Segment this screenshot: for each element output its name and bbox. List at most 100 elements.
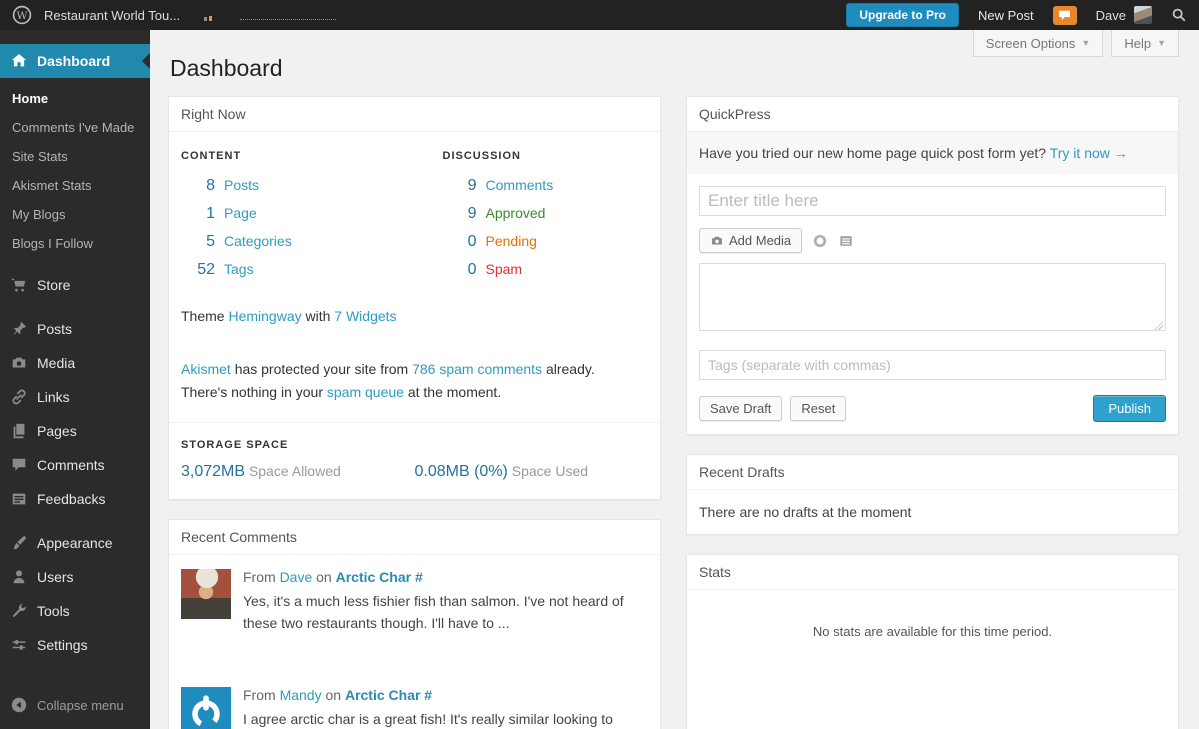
posts-count[interactable]: 8 <box>181 177 215 195</box>
sidebar-item-tools[interactable]: Tools <box>0 594 150 628</box>
sidebar-item-media[interactable]: Media <box>0 346 150 380</box>
sidebar-item-appearance[interactable]: Appearance <box>0 526 150 560</box>
spam-link[interactable]: Spam <box>486 261 523 277</box>
add-media-button[interactable]: Add Media <box>699 228 803 253</box>
categories-count[interactable]: 5 <box>181 233 215 251</box>
upgrade-to-pro-button[interactable]: Upgrade to Pro <box>846 3 959 27</box>
publish-button[interactable]: Publish <box>1093 395 1166 422</box>
akismet-text: already. <box>545 361 595 377</box>
comment-post-link[interactable]: Arctic Char # <box>345 687 432 703</box>
pages-count[interactable]: 1 <box>181 205 215 223</box>
account-menu[interactable]: Dave <box>1096 6 1152 24</box>
pages-link[interactable]: Page <box>224 205 257 221</box>
help-tab[interactable]: Help ▼ <box>1111 30 1179 57</box>
sidebar-item-posts[interactable]: Posts <box>0 312 150 346</box>
akismet-status: Akismet has protected your site from 786… <box>181 358 648 404</box>
comment-item: From Dave on Arctic Char # Yes, it's a m… <box>169 555 660 646</box>
try-it-now-link[interactable]: Try it now → <box>1050 145 1128 161</box>
recent-drafts-widget: Recent Drafts There are no drafts at the… <box>686 454 1179 535</box>
pushpin-icon <box>10 320 28 338</box>
save-draft-button[interactable]: Save Draft <box>699 396 783 421</box>
dashboard-right-column: QuickPress Have you tried our new home p… <box>686 96 1179 729</box>
polls-icon[interactable] <box>812 233 828 249</box>
comments-count[interactable]: 9 <box>443 177 477 195</box>
space-allowed-value[interactable]: 3,072MB <box>181 463 245 480</box>
admin-bar: W Restaurant World Tou... Upgrade to Pro… <box>0 0 1199 30</box>
approved-count[interactable]: 9 <box>443 205 477 223</box>
pending-link[interactable]: Pending <box>486 233 537 249</box>
stats-sparkline[interactable] <box>204 9 213 21</box>
comment-author-link[interactable]: Dave <box>280 569 313 585</box>
commenter-avatar[interactable] <box>181 569 231 620</box>
comment-post-link[interactable]: Arctic Char # <box>336 569 423 585</box>
comment-author-link[interactable]: Mandy <box>280 687 322 703</box>
screen-options-label: Screen Options <box>985 35 1076 51</box>
spam-comments-link[interactable]: 786 spam comments <box>412 361 542 377</box>
site-name[interactable]: Restaurant World Tou... <box>44 8 180 23</box>
collapse-arrow-icon <box>10 696 28 714</box>
widgets-link[interactable]: 7 Widgets <box>334 308 396 324</box>
table-row: 0 Spam <box>443 256 648 284</box>
space-used-value[interactable]: 0.08MB (0%) <box>415 463 508 480</box>
sidebar-subitem-home[interactable]: Home <box>0 84 150 113</box>
sidebar-item-dashboard[interactable]: Dashboard <box>0 44 150 78</box>
theme-mid: with <box>305 308 331 324</box>
comments-link[interactable]: Comments <box>486 177 554 193</box>
post-title-input[interactable] <box>699 186 1166 216</box>
pending-count[interactable]: 0 <box>443 233 477 251</box>
table-row: 0 Pending <box>443 228 648 256</box>
wrench-icon <box>10 602 28 620</box>
comment-on-label: on <box>316 569 332 586</box>
sidebar-subitem-my-blogs[interactable]: My Blogs <box>0 200 150 229</box>
table-row: 9 Approved <box>443 200 648 228</box>
sidebar-item-label: Posts <box>37 321 73 337</box>
post-tags-input[interactable] <box>699 350 1166 380</box>
space-used-label: Space Used <box>511 463 589 480</box>
custom-form-icon[interactable] <box>838 233 854 249</box>
sidebar-item-label: Feedbacks <box>37 491 106 507</box>
sidebar-item-comments[interactable]: Comments <box>0 448 150 482</box>
notifications-speech-bubble-icon[interactable] <box>1052 5 1077 25</box>
commenter-avatar[interactable] <box>181 686 231 729</box>
spam-count[interactable]: 0 <box>443 261 477 279</box>
sidebar-item-label: Tools <box>37 603 70 619</box>
sidebar-item-feedbacks[interactable]: Feedbacks <box>0 482 150 516</box>
dashboard-left-column: Right Now CONTENT 8 Posts 1 Page 5 Categ… <box>168 96 661 729</box>
sidebar-item-store[interactable]: Store <box>0 268 150 302</box>
sidebar-subitem-site-stats[interactable]: Site Stats <box>0 142 150 171</box>
sidebar-item-label: Store <box>37 277 71 293</box>
categories-link[interactable]: Categories <box>224 233 292 249</box>
chain-icon <box>10 388 28 406</box>
sidebar-item-label: Settings <box>37 637 88 653</box>
table-row: 1 Page <box>181 200 443 228</box>
posts-link[interactable]: Posts <box>224 177 259 193</box>
comment-item: From Mandy on Arctic Char # I agree arct… <box>169 673 660 729</box>
reset-button[interactable]: Reset <box>790 396 847 421</box>
camera-icon <box>10 354 28 372</box>
comment-excerpt: Yes, it's a much less fishier fish than … <box>243 593 624 631</box>
approved-link[interactable]: Approved <box>486 205 546 221</box>
spam-queue-link[interactable]: spam queue <box>327 384 404 400</box>
theme-link[interactable]: Hemingway <box>228 308 301 324</box>
sidebar-item-links[interactable]: Links <box>0 380 150 414</box>
widget-title: Recent Comments <box>169 520 660 556</box>
new-post-link[interactable]: New Post <box>978 8 1034 23</box>
sidebar-subitem-blogs-i-follow[interactable]: Blogs I Follow <box>0 229 150 258</box>
sidebar-item-pages[interactable]: Pages <box>0 414 150 448</box>
search-icon[interactable] <box>1171 7 1187 23</box>
sliders-icon <box>10 636 28 654</box>
sidebar-item-settings[interactable]: Settings <box>0 628 150 662</box>
collapse-menu-button[interactable]: Collapse menu <box>0 688 150 722</box>
post-content-textarea[interactable] <box>699 263 1166 331</box>
sidebar-item-label: Users <box>37 569 74 585</box>
screen-options-tab[interactable]: Screen Options ▼ <box>972 30 1104 57</box>
comment-excerpt: I agree arctic char is a great fish! It'… <box>243 710 613 727</box>
tags-link[interactable]: Tags <box>224 261 254 277</box>
sidebar-item-users[interactable]: Users <box>0 560 150 594</box>
sidebar-subitem-akismet-stats[interactable]: Akismet Stats <box>0 171 150 200</box>
wordpress-logo-icon[interactable]: W <box>12 5 32 25</box>
sidebar-subitem-comments-ive-made[interactable]: Comments I've Made <box>0 113 150 142</box>
akismet-link[interactable]: Akismet <box>181 361 231 377</box>
discussion-column-header: DISCUSSION <box>442 150 521 162</box>
tags-count[interactable]: 52 <box>181 261 215 279</box>
